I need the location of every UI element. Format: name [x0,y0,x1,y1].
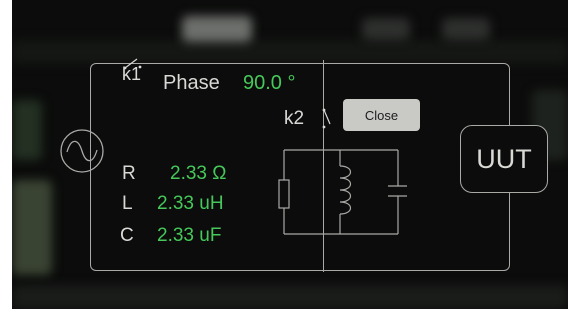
capacitance-value: 2.33 uF [157,225,222,246]
background-panel [12,180,52,275]
background-button [442,18,490,40]
uut-label: UUT [476,143,532,174]
background-footer [12,285,568,309]
inductance-value: 2.33 uH [157,193,224,214]
background-toolbar [12,40,568,64]
switch-k2-label: k2 [284,108,305,129]
uut-box: UUT [460,125,548,193]
resistance-value: 2.33 Ω [170,163,227,184]
lc-circuit-icon [278,149,407,235]
background-button [362,18,410,40]
switch-icon [322,108,331,129]
inductance-label: L [122,193,133,214]
capacitance-label: C [120,225,134,246]
close-button[interactable]: Close [343,99,420,131]
background-tab [182,16,252,42]
switch-k1-label: k1 [122,64,142,84]
ac-source-icon [60,129,104,173]
phase-value: 90.0 ° [243,72,296,94]
resistance-label: R [122,163,136,184]
phase-label: Phase [163,72,220,94]
background-panel [12,100,42,160]
